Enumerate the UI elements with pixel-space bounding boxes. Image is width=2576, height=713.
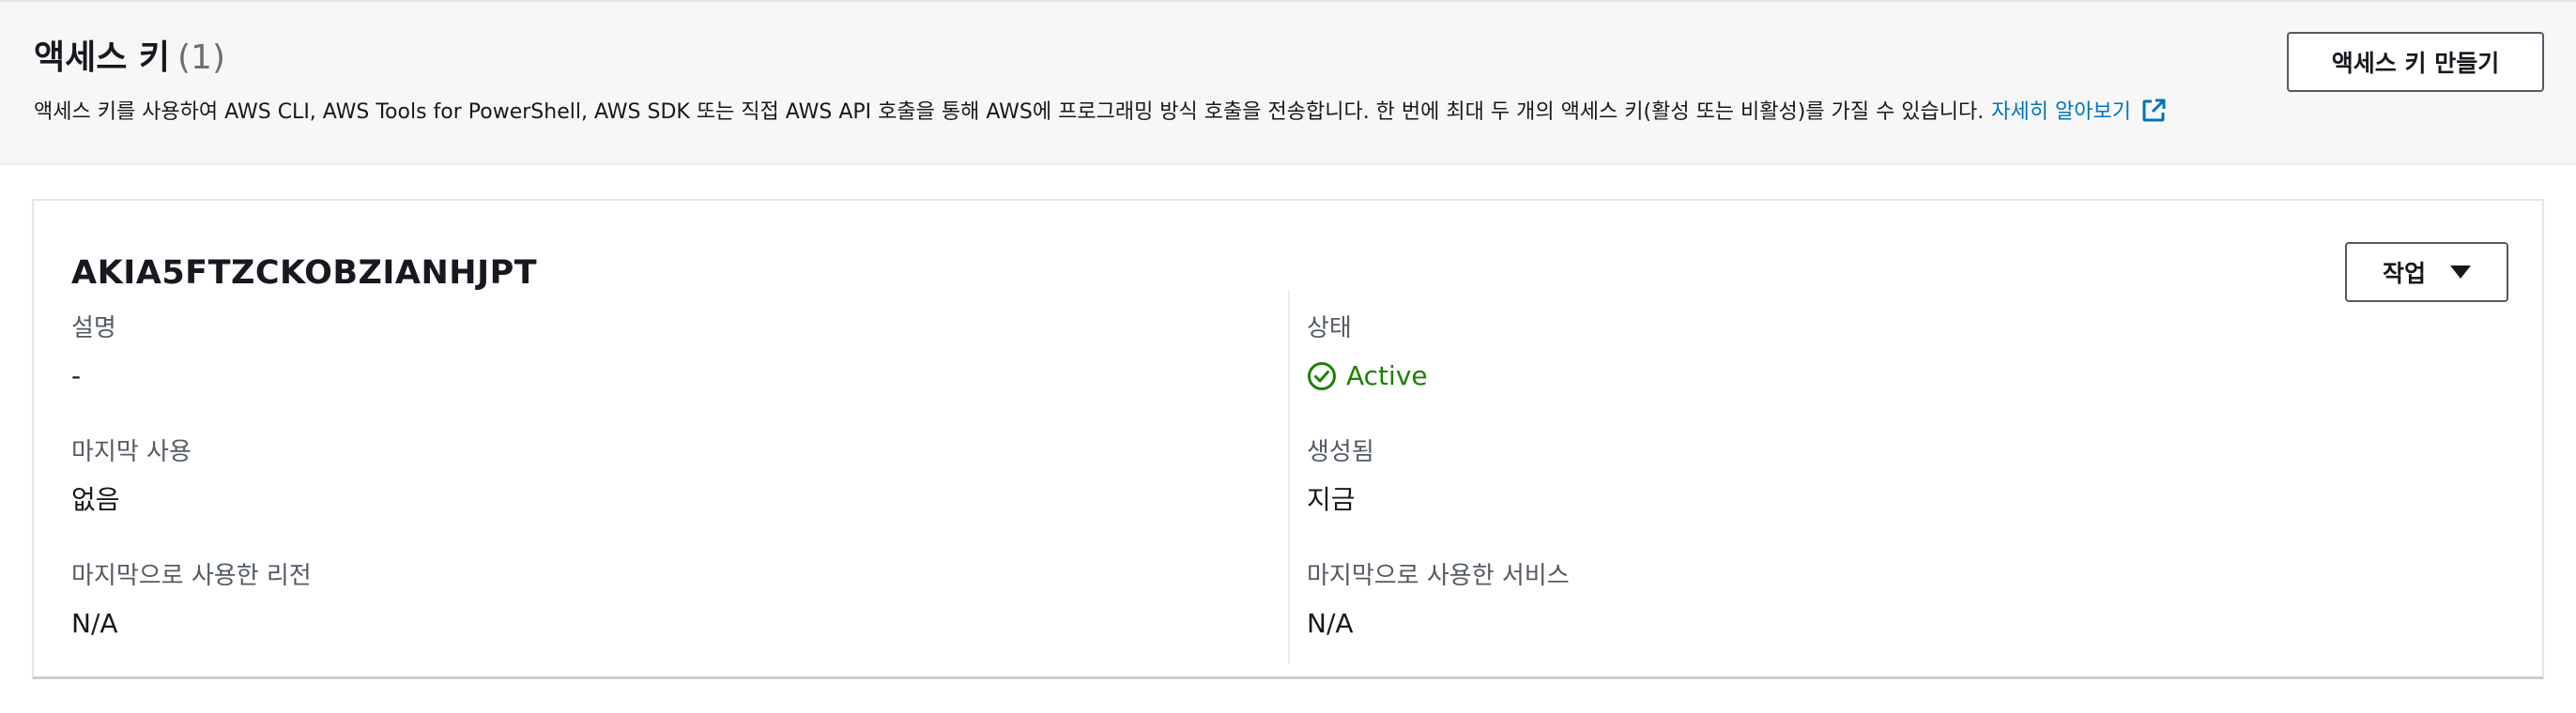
access-keys-header: 액세스 키 (1) 액세스 키를 사용하여 AWS CLI, AWS Tools … (0, 0, 2576, 165)
external-link-icon (2142, 99, 2166, 122)
status-field: 상태 Active (1307, 311, 1428, 394)
column-divider (1288, 291, 1290, 664)
description-value: - (71, 360, 82, 391)
learn-more-label: 자세히 알아보기 (1991, 100, 2131, 124)
actions-dropdown-button[interactable]: 작업 (2345, 242, 2508, 302)
actions-label: 작업 (2382, 260, 2426, 287)
learn-more-link[interactable]: 자세히 알아보기 (1991, 99, 2167, 124)
description-label: 설명 (71, 314, 116, 342)
create-access-key-button[interactable]: 액세스 키 만들기 (2287, 32, 2544, 92)
check-circle-icon (1308, 362, 1336, 390)
description-text: 액세스 키를 사용하여 AWS CLI, AWS Tools for Power… (34, 100, 1985, 124)
last-service-field: 마지막으로 사용한 서비스 N/A (1307, 559, 1570, 642)
section-title-text: 액세스 키 (34, 38, 171, 77)
last-region-label: 마지막으로 사용한 리전 (71, 562, 312, 590)
created-label: 생성됨 (1307, 438, 1374, 466)
access-key-card: AKIA5FTZCKOBZIANHJPT 작업 설명 - 상태 Active 마… (32, 199, 2544, 679)
section-title: 액세스 키 (1) (34, 36, 225, 81)
status-label: 상태 (1307, 314, 1352, 342)
create-access-key-label: 액세스 키 만들기 (2331, 50, 2500, 77)
section-description: 액세스 키를 사용하여 AWS CLI, AWS Tools for Power… (34, 98, 2167, 128)
created-value: 지금 (1307, 484, 1356, 515)
created-field: 생성됨 지금 (1307, 435, 1374, 518)
last-region-value: N/A (71, 608, 118, 639)
last-used-value: 없음 (71, 484, 120, 515)
last-used-field: 마지막 사용 없음 (71, 435, 192, 518)
last-service-label: 마지막으로 사용한 서비스 (1307, 562, 1570, 590)
last-region-field: 마지막으로 사용한 리전 N/A (71, 559, 312, 642)
access-key-id: AKIA5FTZCKOBZIANHJPT (71, 254, 538, 292)
status-badge: Active (1307, 358, 1428, 394)
last-used-label: 마지막 사용 (71, 438, 192, 466)
status-text: Active (1346, 360, 1428, 391)
access-key-count: (1) (177, 38, 226, 77)
description-field: 설명 - (71, 311, 116, 394)
caret-down-icon (2450, 265, 2471, 279)
last-service-value: N/A (1307, 608, 1354, 639)
